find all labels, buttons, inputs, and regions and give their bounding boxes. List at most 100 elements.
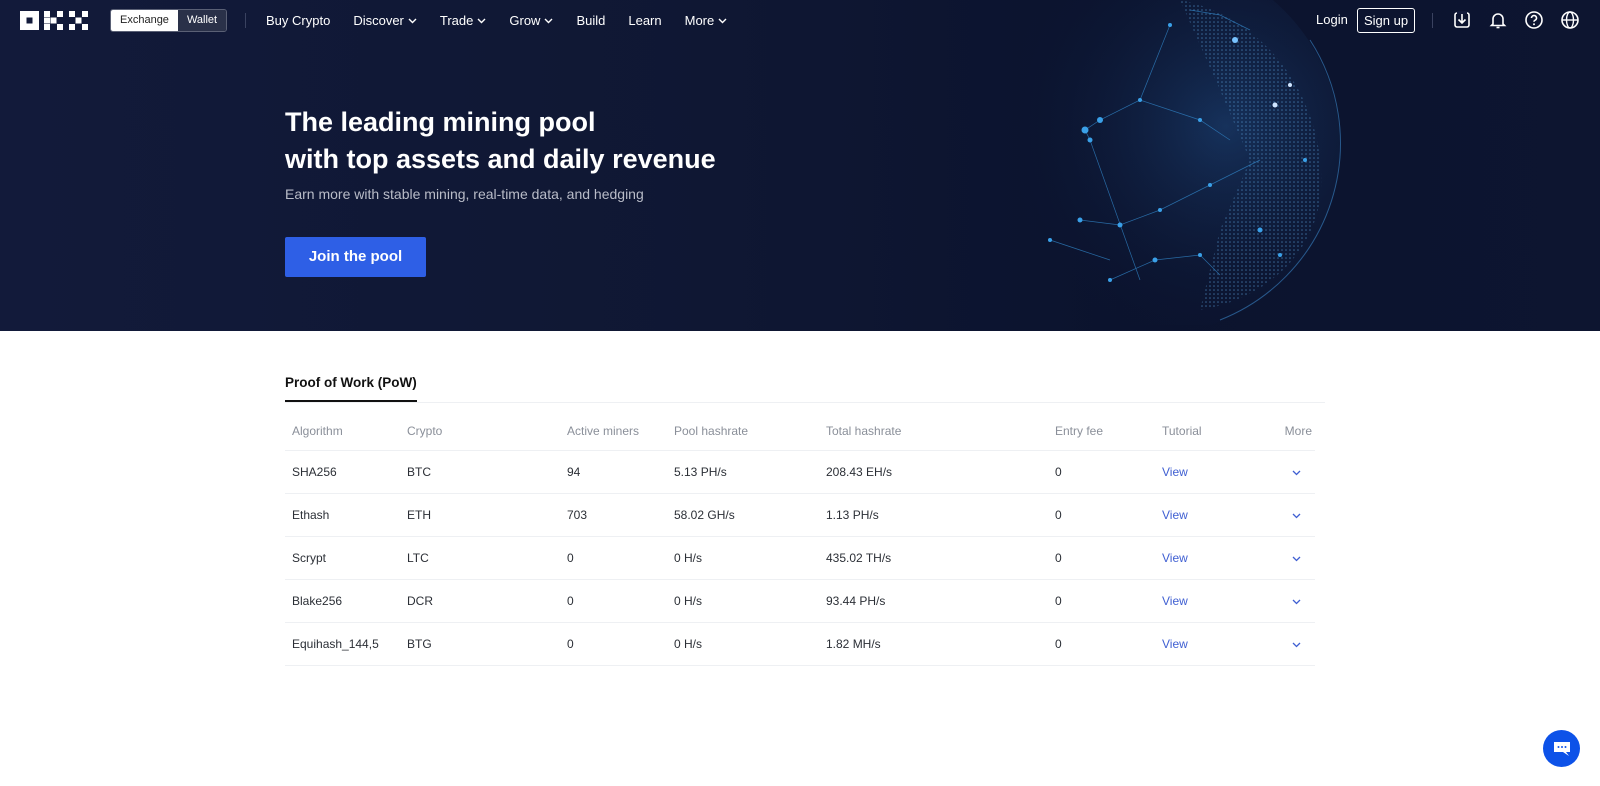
cell-algorithm: Equihash_144,5 [285, 622, 400, 666]
globe-illustration [1020, 0, 1341, 325]
expand-row-button[interactable] [1255, 579, 1315, 623]
chat-support-button[interactable] [1543, 730, 1580, 767]
cell-algorithm: Blake256 [285, 579, 400, 623]
nav-label: Discover [353, 13, 404, 28]
cell-entry-fee: 0 [1048, 622, 1155, 666]
tutorial-view-link[interactable]: View [1155, 493, 1255, 537]
col-crypto: Crypto [400, 412, 560, 451]
table-header-row: Algorithm Crypto Active miners Pool hash… [285, 412, 1315, 451]
cell-pool-hashrate: 0 H/s [667, 622, 819, 666]
help-icon[interactable] [1524, 10, 1544, 30]
cell-total-hashrate: 208.43 EH/s [819, 450, 1048, 494]
nav-learn[interactable]: Learn [628, 13, 661, 28]
expand-row-button[interactable] [1255, 536, 1315, 580]
tutorial-view-link[interactable]: View [1155, 622, 1255, 666]
chevron-down-icon [718, 18, 727, 23]
tutorial-view-link[interactable]: View [1155, 536, 1255, 580]
hero-title: The leading mining pool with top assets … [285, 104, 716, 178]
cell-crypto: LTC [400, 536, 560, 580]
table-row: Equihash_144,5 BTG 0 0 H/s 1.82 MH/s 0 V… [285, 622, 1315, 666]
chevron-down-icon [1292, 642, 1301, 647]
cell-active-miners: 703 [560, 493, 667, 537]
cell-pool-hashrate: 5.13 PH/s [667, 450, 819, 494]
cell-active-miners: 0 [560, 622, 667, 666]
nav-label: More [684, 13, 715, 28]
divider [245, 13, 246, 28]
table-row: Scrypt LTC 0 0 H/s 435.02 TH/s 0 View [285, 536, 1315, 580]
cell-total-hashrate: 1.13 PH/s [819, 493, 1048, 537]
switch-wallet[interactable]: Wallet [177, 10, 227, 31]
bell-icon[interactable] [1488, 10, 1508, 30]
top-navigation: Exchange Wallet Buy Crypto Discover Trad… [0, 0, 1600, 41]
chevron-down-icon [1292, 556, 1301, 561]
cell-crypto: ETH [400, 493, 560, 537]
table-row: Blake256 DCR 0 0 H/s 93.44 PH/s 0 View [285, 579, 1315, 623]
cell-entry-fee: 0 [1048, 536, 1155, 580]
download-icon[interactable] [1452, 10, 1472, 30]
join-pool-button[interactable]: Join the pool [285, 237, 426, 277]
chevron-down-icon [544, 18, 553, 23]
cell-algorithm: SHA256 [285, 450, 400, 494]
col-more: More [1255, 412, 1315, 451]
cell-total-hashrate: 93.44 PH/s [819, 579, 1048, 623]
nav-label: Grow [509, 13, 541, 28]
hero-subtitle: Earn more with stable mining, real-time … [285, 186, 644, 202]
table-row: Ethash ETH 703 58.02 GH/s 1.13 PH/s 0 Vi… [285, 493, 1315, 537]
cell-algorithm: Scrypt [285, 536, 400, 580]
cell-active-miners: 94 [560, 450, 667, 494]
chevron-down-icon [408, 18, 417, 23]
globe-icon[interactable] [1560, 10, 1580, 30]
switch-exchange[interactable]: Exchange [111, 10, 178, 31]
nav-label: Build [576, 13, 606, 28]
tutorial-view-link[interactable]: View [1155, 579, 1255, 623]
chevron-down-icon [1292, 599, 1301, 604]
cell-crypto: DCR [400, 579, 560, 623]
hero-title-line: The leading mining pool [285, 107, 596, 137]
chevron-down-icon [1292, 470, 1301, 475]
main-menu: Buy Crypto Discover Trade Grow Build Lea… [266, 0, 750, 41]
cell-active-miners: 0 [560, 536, 667, 580]
cell-pool-hashrate: 58.02 GH/s [667, 493, 819, 537]
nav-buy-crypto[interactable]: Buy Crypto [266, 13, 330, 28]
cell-pool-hashrate: 0 H/s [667, 536, 819, 580]
chat-bubble-icon [1553, 741, 1570, 756]
hero-banner: Exchange Wallet Buy Crypto Discover Trad… [0, 0, 1600, 331]
cell-entry-fee: 0 [1048, 450, 1155, 494]
cell-crypto: BTG [400, 622, 560, 666]
expand-row-button[interactable] [1255, 622, 1315, 666]
table-row: SHA256 BTC 94 5.13 PH/s 208.43 EH/s 0 Vi… [285, 450, 1315, 494]
cell-crypto: BTC [400, 450, 560, 494]
cell-active-miners: 0 [560, 579, 667, 623]
login-link[interactable]: Login [1316, 12, 1348, 27]
divider [1432, 13, 1433, 28]
col-total-hashrate: Total hashrate [819, 412, 1048, 451]
col-algorithm: Algorithm [285, 412, 400, 451]
expand-row-button[interactable] [1255, 450, 1315, 494]
nav-trade[interactable]: Trade [440, 13, 486, 28]
nav-discover[interactable]: Discover [353, 13, 417, 28]
col-active-miners: Active miners [560, 412, 667, 451]
col-tutorial: Tutorial [1155, 412, 1255, 451]
mining-pool-table: Algorithm Crypto Active miners Pool hash… [285, 412, 1315, 666]
cell-algorithm: Ethash [285, 493, 400, 537]
cell-entry-fee: 0 [1048, 493, 1155, 537]
cell-pool-hashrate: 0 H/s [667, 579, 819, 623]
okx-logo[interactable] [20, 11, 88, 30]
nav-label: Learn [628, 13, 662, 28]
nav-more[interactable]: More [685, 13, 728, 28]
nav-label: Trade [439, 13, 474, 28]
cell-entry-fee: 0 [1048, 579, 1155, 623]
cell-total-hashrate: 435.02 TH/s [819, 536, 1048, 580]
tab-proof-of-work[interactable]: Proof of Work (PoW) [285, 375, 417, 402]
chevron-down-icon [477, 18, 486, 23]
nav-label: Buy Crypto [266, 13, 331, 28]
cell-total-hashrate: 1.82 MH/s [819, 622, 1048, 666]
tutorial-view-link[interactable]: View [1155, 450, 1255, 494]
nav-grow[interactable]: Grow [509, 13, 553, 28]
hero-title-line: with top assets and daily revenue [285, 144, 716, 174]
nav-build[interactable]: Build [576, 13, 605, 28]
col-pool-hashrate: Pool hashrate [667, 412, 819, 451]
signup-button[interactable]: Sign up [1357, 8, 1416, 33]
expand-row-button[interactable] [1255, 493, 1315, 537]
chevron-down-icon [1292, 513, 1301, 518]
